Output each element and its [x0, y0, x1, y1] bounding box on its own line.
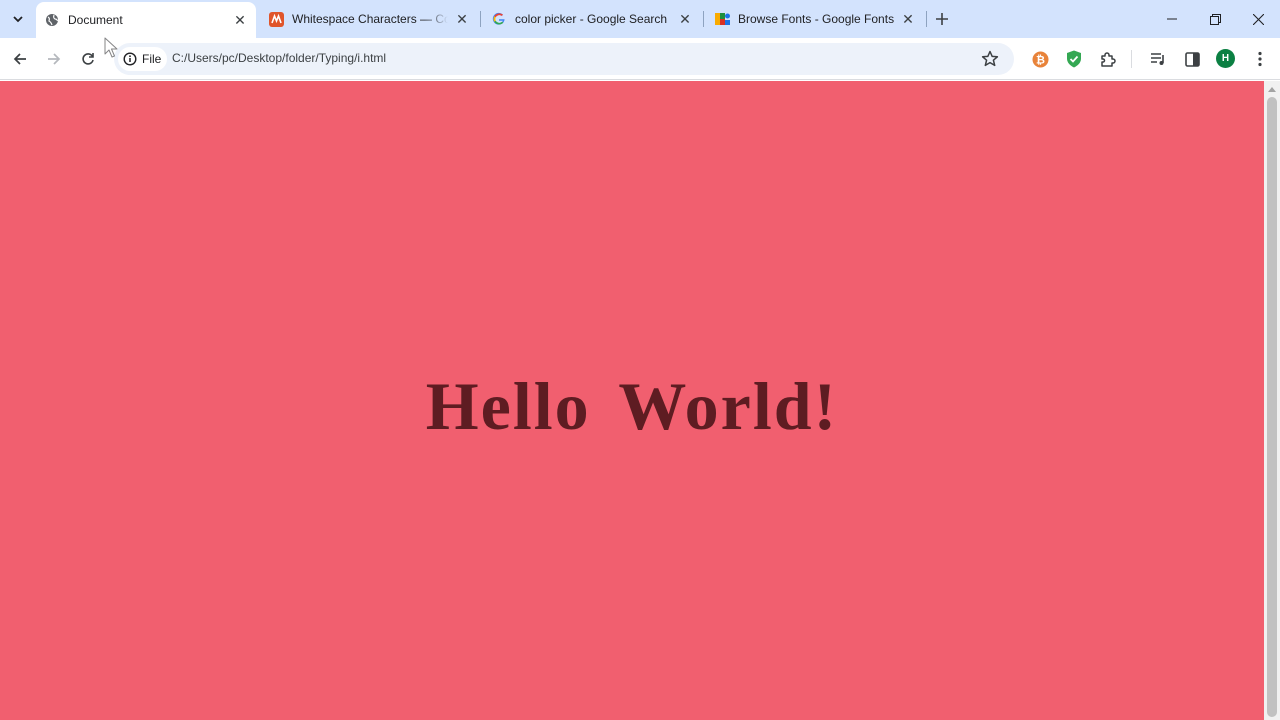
back-button[interactable]	[6, 45, 34, 73]
bitcoin-extension-icon[interactable]: ₿	[1030, 49, 1050, 69]
google-fonts-icon	[714, 11, 730, 27]
tab-whitespace-characters[interactable]: Whitespace Characters — Copy ✕	[260, 4, 478, 34]
close-tab-icon[interactable]: ✕	[232, 12, 248, 28]
close-tab-icon[interactable]: ✕	[454, 11, 470, 27]
tab-title: color picker - Google Search	[515, 12, 668, 26]
whitespace-favicon-icon	[268, 11, 284, 27]
media-queue-icon[interactable]	[1148, 49, 1168, 69]
close-tab-icon[interactable]: ✕	[677, 11, 693, 27]
restore-icon	[1209, 13, 1221, 25]
site-info-label: File	[142, 52, 162, 66]
minimize-button[interactable]	[1150, 0, 1194, 38]
page-viewport: Hello World!	[0, 81, 1264, 720]
tab-title: Document	[68, 13, 123, 27]
close-icon	[1252, 13, 1264, 25]
url-text[interactable]: C:/Users/pc/Desktop/folder/Typing/i.html	[172, 51, 386, 65]
globe-icon	[44, 12, 60, 28]
tab-separator	[703, 11, 704, 27]
scroll-up-arrow-icon[interactable]	[1268, 87, 1276, 92]
tab-title: Browse Fonts - Google Fonts	[738, 12, 894, 26]
toolbar-divider	[1131, 50, 1132, 68]
reload-button[interactable]	[74, 45, 102, 73]
profile-avatar[interactable]: H	[1216, 49, 1235, 68]
bookmark-star-icon[interactable]	[980, 49, 1000, 69]
tab-document[interactable]: Document ✕	[36, 2, 256, 38]
side-panel-icon[interactable]	[1182, 49, 1202, 69]
tab-strip: Document ✕ Whitespace Characters — Copy …	[0, 0, 1280, 38]
tab-separator	[926, 11, 927, 27]
puzzle-extensions-icon[interactable]	[1098, 49, 1118, 69]
tab-browse-fonts[interactable]: Browse Fonts - Google Fonts ✕	[706, 4, 924, 34]
browser-toolbar: File C:/Users/pc/Desktop/folder/Typing/i…	[0, 38, 1280, 80]
arrow-right-icon	[48, 53, 61, 65]
plus-icon	[936, 13, 948, 25]
mouse-cursor-icon	[104, 37, 118, 58]
new-tab-button[interactable]	[932, 9, 952, 29]
arrow-left-icon	[13, 53, 26, 65]
minimize-icon	[1167, 18, 1177, 20]
restore-button[interactable]	[1193, 0, 1237, 38]
close-tab-icon[interactable]: ✕	[900, 11, 916, 27]
close-window-button[interactable]	[1236, 0, 1280, 38]
tab-separator	[480, 11, 481, 27]
reload-icon	[82, 53, 94, 65]
tab-search-button[interactable]	[6, 8, 30, 30]
more-menu-icon[interactable]	[1250, 49, 1270, 69]
site-info-chip[interactable]: File	[118, 47, 168, 71]
tab-color-picker[interactable]: color picker - Google Search ✕	[483, 4, 701, 34]
forward-button[interactable]	[40, 45, 68, 73]
shield-extension-icon[interactable]	[1064, 49, 1084, 69]
vertical-scrollbar[interactable]	[1264, 81, 1280, 720]
tab-title: Whitespace Characters — Copy	[292, 12, 448, 26]
page-heading: Hello World!	[425, 368, 839, 444]
address-bar[interactable]: File C:/Users/pc/Desktop/folder/Typing/i…	[114, 43, 1014, 75]
scrollbar-thumb[interactable]	[1267, 97, 1277, 717]
google-g-icon	[491, 11, 507, 27]
info-icon	[123, 52, 137, 66]
svg-text:₿: ₿	[1036, 53, 1045, 66]
chevron-down-icon	[13, 16, 23, 23]
